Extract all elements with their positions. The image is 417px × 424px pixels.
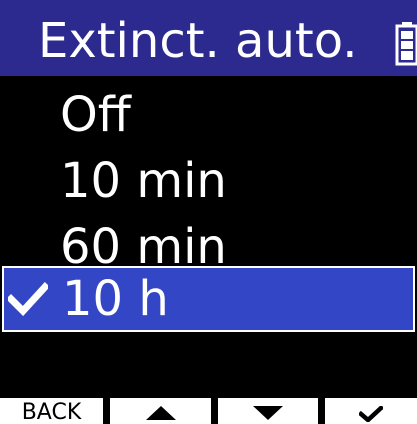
page-title: Extinct. auto. xyxy=(38,13,358,69)
arrow-down-icon xyxy=(253,406,283,420)
battery-icon xyxy=(395,22,417,66)
confirm-button[interactable] xyxy=(325,398,417,424)
menu-item-label: 10 min xyxy=(60,153,227,209)
device-screen: Extinct. auto. Off 10 min 60 min 10 h BA… xyxy=(0,0,417,424)
arrow-up-icon xyxy=(145,406,176,420)
menu-item-off[interactable]: Off xyxy=(0,82,417,148)
menu-item-label: Off xyxy=(60,87,131,143)
checkmark-icon xyxy=(8,282,48,316)
function-bar: BACK xyxy=(0,398,417,424)
menu-item-label: 10 h xyxy=(62,271,169,327)
down-button[interactable] xyxy=(218,398,318,424)
up-button[interactable] xyxy=(110,398,211,424)
back-button-label: BACK xyxy=(21,400,82,424)
back-button[interactable]: BACK xyxy=(0,398,103,424)
checkmark-icon xyxy=(359,406,383,422)
menu-item-10-min[interactable]: 10 min xyxy=(0,148,417,214)
title-bar: Extinct. auto. xyxy=(0,0,417,76)
menu-item-10-h[interactable]: 10 h xyxy=(2,266,415,332)
